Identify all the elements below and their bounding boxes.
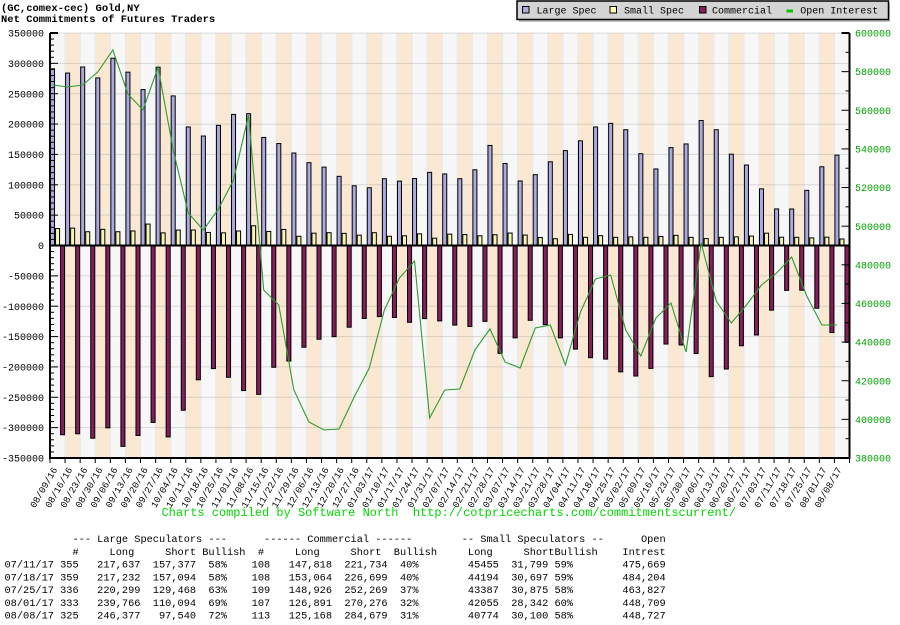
svg-text:350000: 350000 — [8, 30, 44, 41]
svg-text:380000: 380000 — [855, 455, 891, 466]
svg-text:560000: 560000 — [855, 107, 891, 118]
svg-text:07/25/17 336 220,299 129,46: 07/25/17 336 220,299 129,468 63% 109 148… — [5, 585, 666, 597]
svg-text:500000: 500000 — [855, 223, 891, 234]
svg-text:-350000: -350000 — [2, 455, 44, 466]
svg-text:300000: 300000 — [8, 60, 44, 71]
svg-text:07/11/17 355 217,637 157,37: 07/11/17 355 217,637 157,377 58% 108 147… — [5, 560, 666, 572]
svg-text:08/01/17 333 239,766 110,09: 08/01/17 333 239,766 110,094 69% 107 126… — [5, 598, 666, 610]
svg-text:-50000: -50000 — [8, 272, 44, 283]
svg-text:480000: 480000 — [855, 261, 891, 272]
svg-text:-250000: -250000 — [2, 394, 44, 405]
svg-text:250000: 250000 — [8, 90, 44, 101]
svg-text:Small Spec: Small Spec — [624, 6, 684, 18]
svg-text:600000: 600000 — [855, 30, 891, 41]
svg-text:Charts compiled by Software No: Charts compiled by Software North http:/… — [162, 506, 737, 520]
svg-text:Commercial: Commercial — [712, 6, 772, 18]
svg-text:420000: 420000 — [855, 377, 891, 388]
svg-text:580000: 580000 — [855, 68, 891, 79]
svg-text:-200000: -200000 — [2, 364, 44, 375]
svg-text:540000: 540000 — [855, 146, 891, 157]
svg-text:08/08/17 325 246,377 97,54: 08/08/17 325 246,377 97,540 72% 113 125,… — [5, 611, 666, 620]
svg-text:0: 0 — [38, 242, 44, 253]
svg-text:Open Interest: Open Interest — [800, 7, 878, 18]
svg-text:-150000: -150000 — [2, 333, 44, 344]
svg-text:460000: 460000 — [855, 300, 891, 311]
svg-text:440000: 440000 — [855, 339, 891, 350]
svg-text:50000: 50000 — [14, 212, 44, 223]
svg-text:-100000: -100000 — [2, 303, 44, 314]
svg-text:200000: 200000 — [8, 121, 44, 132]
svg-text:150000: 150000 — [8, 151, 44, 162]
svg-text:Net Commitments of Futures Tra: Net Commitments of Futures Traders — [1, 14, 215, 26]
svg-text:--- Large Speculators ---: --- Large Speculators --- ------ Commerc… — [5, 534, 666, 546]
svg-text:Large Spec: Large Spec — [537, 7, 597, 18]
svg-text:-300000: -300000 — [2, 424, 44, 435]
svg-text:520000: 520000 — [855, 184, 891, 195]
svg-text:100000: 100000 — [8, 181, 44, 192]
svg-text:400000: 400000 — [855, 416, 891, 427]
svg-text:07/18/17 359 217,232 157,09: 07/18/17 359 217,232 157,094 58% 108 153… — [5, 572, 666, 584]
svg-text:# Long Short Bullish: # Long Short Bullish # Long Short Bullis… — [5, 547, 666, 559]
